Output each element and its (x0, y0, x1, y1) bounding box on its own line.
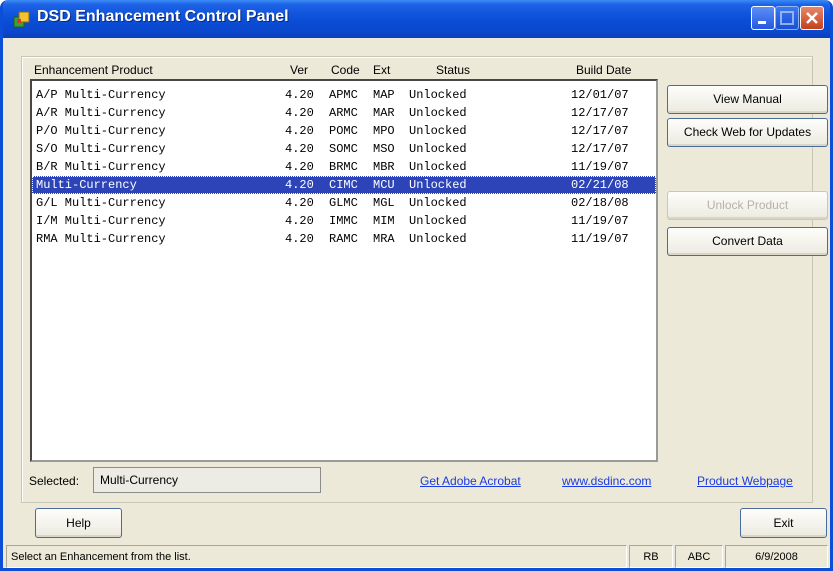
minimize-icon (758, 21, 766, 24)
header-ext[interactable]: Ext (373, 63, 390, 77)
cell-product: P/O Multi-Currency (36, 124, 166, 138)
maximize-button[interactable] (775, 6, 799, 30)
cell-ver: 4.20 (285, 196, 314, 210)
header-code[interactable]: Code (331, 63, 360, 77)
list-row[interactable]: B/R Multi-Currency 4.20 BRMC MBR Unlocke… (32, 158, 656, 176)
cell-code: ARMC (329, 106, 358, 120)
cell-ver: 4.20 (285, 88, 314, 102)
cell-ver: 4.20 (285, 142, 314, 156)
header-product[interactable]: Enhancement Product (34, 63, 153, 77)
cell-status: Unlocked (409, 196, 467, 210)
status-date: 6/9/2008 (725, 545, 828, 568)
cell-product: G/L Multi-Currency (36, 196, 166, 210)
minimize-button[interactable] (751, 6, 775, 30)
cell-ext: MBR (373, 160, 395, 174)
cell-status: Unlocked (409, 178, 467, 192)
app-icon (13, 11, 30, 28)
close-icon (806, 12, 818, 24)
get-adobe-acrobat-link[interactable]: Get Adobe Acrobat (420, 474, 521, 488)
check-web-updates-button[interactable]: Check Web for Updates (667, 118, 828, 147)
cell-build-date: 12/17/07 (571, 106, 629, 120)
cell-product: A/P Multi-Currency (36, 88, 166, 102)
cell-build-date: 12/01/07 (571, 88, 629, 102)
status-user: RB (629, 545, 673, 568)
view-manual-button[interactable]: View Manual (667, 85, 828, 114)
cell-ext: MRA (373, 232, 395, 246)
cell-ext: MAP (373, 88, 395, 102)
list-row[interactable]: A/R Multi-Currency 4.20 ARMC MAR Unlocke… (32, 104, 656, 122)
cell-product: RMA Multi-Currency (36, 232, 166, 246)
cell-ver: 4.20 (285, 106, 314, 120)
cell-ver: 4.20 (285, 160, 314, 174)
cell-build-date: 12/17/07 (571, 142, 629, 156)
cell-product: B/R Multi-Currency (36, 160, 166, 174)
cell-ver: 4.20 (285, 124, 314, 138)
cell-build-date: 02/21/08 (571, 178, 629, 192)
status-bar: Select an Enhancement from the list. RB … (6, 545, 830, 568)
status-message: Select an Enhancement from the list. (6, 545, 627, 568)
cell-status: Unlocked (409, 124, 467, 138)
cell-product: S/O Multi-Currency (36, 142, 166, 156)
header-ver[interactable]: Ver (290, 63, 308, 77)
list-row[interactable]: G/L Multi-Currency 4.20 GLMC MGL Unlocke… (32, 194, 656, 212)
enhancement-list[interactable]: A/P Multi-Currency 4.20 APMC MAP Unlocke… (30, 79, 658, 462)
cell-build-date: 11/19/07 (571, 160, 629, 174)
unlock-product-button[interactable]: Unlock Product (667, 191, 828, 220)
cell-ext: MGL (373, 196, 395, 210)
website-link[interactable]: www.dsdinc.com (562, 474, 651, 488)
cell-code: RAMC (329, 232, 358, 246)
cell-status: Unlocked (409, 214, 467, 228)
cell-code: SOMC (329, 142, 358, 156)
cell-build-date: 12/17/07 (571, 124, 629, 138)
title-bar[interactable]: DSD Enhancement Control Panel (3, 0, 830, 38)
main-window: DSD Enhancement Control Panel Enhancemen… (0, 0, 833, 571)
exit-button[interactable]: Exit (740, 508, 827, 538)
convert-data-button[interactable]: Convert Data (667, 227, 828, 256)
header-build-date[interactable]: Build Date (576, 63, 631, 77)
selected-field: Multi-Currency (93, 467, 321, 493)
cell-ext: MIM (373, 214, 395, 228)
cell-build-date: 11/19/07 (571, 232, 629, 246)
list-row[interactable]: P/O Multi-Currency 4.20 POMC MPO Unlocke… (32, 122, 656, 140)
cell-build-date: 02/18/08 (571, 196, 629, 210)
list-row-selected[interactable]: Multi-Currency 4.20 CIMC MCU Unlocked 02… (32, 176, 656, 194)
cell-status: Unlocked (409, 232, 467, 246)
status-company: ABC (675, 545, 723, 568)
cell-code: GLMC (329, 196, 358, 210)
cell-ext: MSO (373, 142, 395, 156)
maximize-icon (780, 11, 794, 25)
cell-status: Unlocked (409, 88, 467, 102)
cell-ext: MAR (373, 106, 395, 120)
cell-ver: 4.20 (285, 214, 314, 228)
list-row[interactable]: A/P Multi-Currency 4.20 APMC MAP Unlocke… (32, 86, 656, 104)
cell-ver: 4.20 (285, 232, 314, 246)
cell-ver: 4.20 (285, 178, 314, 192)
cell-product: I/M Multi-Currency (36, 214, 166, 228)
help-button[interactable]: Help (35, 508, 122, 538)
cell-code: APMC (329, 88, 358, 102)
cell-product: Multi-Currency (36, 178, 137, 192)
cell-build-date: 11/19/07 (571, 214, 629, 228)
list-row[interactable]: S/O Multi-Currency 4.20 SOMC MSO Unlocke… (32, 140, 656, 158)
cell-code: BRMC (329, 160, 358, 174)
cell-ext: MPO (373, 124, 395, 138)
window-title: DSD Enhancement Control Panel (37, 8, 289, 25)
cell-code: IMMC (329, 214, 358, 228)
list-row[interactable]: I/M Multi-Currency 4.20 IMMC MIM Unlocke… (32, 212, 656, 230)
cell-product: A/R Multi-Currency (36, 106, 166, 120)
cell-code: CIMC (329, 178, 358, 192)
selected-label: Selected: (29, 474, 80, 488)
cell-status: Unlocked (409, 142, 467, 156)
cell-status: Unlocked (409, 106, 467, 120)
product-webpage-link[interactable]: Product Webpage (697, 474, 793, 488)
cell-code: POMC (329, 124, 358, 138)
close-button[interactable] (800, 6, 824, 30)
list-row[interactable]: RMA Multi-Currency 4.20 RAMC MRA Unlocke… (32, 230, 656, 248)
cell-status: Unlocked (409, 160, 467, 174)
cell-ext: MCU (373, 178, 395, 192)
header-status[interactable]: Status (436, 63, 470, 77)
